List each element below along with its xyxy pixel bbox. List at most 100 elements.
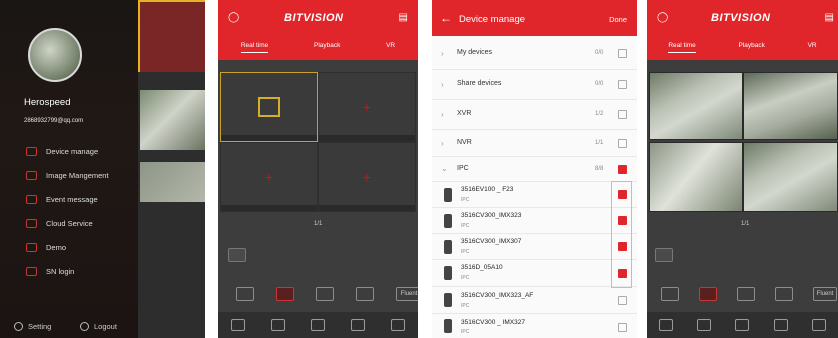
menu-item-cloud-service[interactable]: Cloud Service bbox=[26, 219, 93, 228]
group-label: NVR bbox=[457, 139, 472, 146]
group-checkbox[interactable] bbox=[618, 110, 627, 119]
group-share-devices[interactable]: › Share devices 0/0 bbox=[432, 70, 637, 100]
ptz-icon[interactable] bbox=[735, 319, 750, 331]
split-9-button[interactable] bbox=[356, 287, 374, 301]
group-checkbox[interactable] bbox=[618, 49, 627, 58]
camera-icon bbox=[444, 188, 452, 202]
audio-button[interactable] bbox=[655, 248, 673, 262]
audio-button[interactable] bbox=[228, 248, 246, 262]
split-4-button[interactable] bbox=[737, 287, 755, 301]
fluent-button[interactable]: Fluent bbox=[396, 287, 418, 301]
record-button[interactable] bbox=[276, 287, 294, 301]
camera-icon bbox=[444, 293, 452, 307]
talk-icon[interactable] bbox=[773, 319, 788, 331]
camera-feed[interactable] bbox=[649, 72, 743, 140]
screenshot-button[interactable] bbox=[236, 287, 254, 301]
setting-label: Setting bbox=[28, 322, 52, 331]
device-row[interactable]: 3516CV300_IMX323_AF IPC bbox=[432, 287, 637, 314]
tab-playback[interactable]: Playback bbox=[739, 42, 765, 53]
group-my-devices[interactable]: › My devices 0/0 bbox=[432, 36, 637, 70]
group-checkbox[interactable] bbox=[618, 139, 627, 148]
cell-status-bar bbox=[319, 205, 415, 211]
group-xvr[interactable]: › XVR 1/2 bbox=[432, 100, 637, 130]
group-label: XVR bbox=[457, 110, 472, 117]
layout-icon[interactable]: ▤ bbox=[825, 12, 834, 23]
menu-item-demo[interactable]: Demo bbox=[26, 243, 66, 252]
group-checkbox[interactable] bbox=[618, 80, 627, 89]
record-button[interactable] bbox=[699, 287, 717, 301]
avatar[interactable] bbox=[28, 28, 82, 82]
cell-status-bar bbox=[319, 135, 415, 141]
device-name: 3516CV300_IMX323_AF bbox=[461, 292, 534, 299]
user-icon[interactable]: ◯ bbox=[657, 12, 668, 23]
user-name: Herospeed bbox=[24, 97, 71, 108]
menu-item-device-manage[interactable]: Device manage bbox=[26, 147, 98, 156]
video-icon[interactable] bbox=[231, 319, 245, 331]
control-row: Fluent bbox=[661, 287, 837, 301]
tab-vr[interactable]: VR bbox=[386, 42, 395, 53]
tab-vr[interactable]: VR bbox=[808, 42, 817, 53]
tab-bar: Real time Playback VR bbox=[647, 42, 838, 53]
snapshot-icon[interactable] bbox=[271, 319, 285, 331]
video-cell[interactable]: + bbox=[318, 72, 416, 142]
split-9-button[interactable] bbox=[775, 287, 793, 301]
video-cell[interactable] bbox=[220, 72, 318, 142]
background-header bbox=[138, 0, 205, 72]
device-row[interactable]: 3516EV100 _ F23 IPC bbox=[432, 182, 637, 208]
live-view-screen: ◯ BITVISION ▤ Real time Playback VR + + … bbox=[218, 0, 418, 338]
group-checkbox[interactable] bbox=[618, 165, 627, 174]
device-row[interactable]: 3516CV300 _ IMX327 IPC bbox=[432, 314, 637, 338]
app-logo: BITVISION bbox=[284, 12, 344, 24]
ptz-icon[interactable] bbox=[311, 319, 325, 331]
menu-item-sn-login[interactable]: SN login bbox=[26, 267, 74, 276]
bottom-toolbar bbox=[647, 312, 838, 338]
camera-feed[interactable] bbox=[743, 72, 838, 140]
done-button[interactable]: Done bbox=[609, 15, 627, 24]
chevron-right-icon: › bbox=[441, 80, 444, 89]
device-type: IPC bbox=[461, 303, 470, 309]
device-checkbox[interactable] bbox=[618, 296, 627, 305]
camera-feed[interactable] bbox=[743, 142, 838, 212]
device-row[interactable]: 3516CV300_IMX307 IPC bbox=[432, 234, 637, 260]
chevron-right-icon: › bbox=[441, 110, 444, 119]
group-ipc[interactable]: ⌄ IPC 8/8 bbox=[432, 157, 637, 182]
menu-item-event-message[interactable]: Event message bbox=[26, 195, 98, 204]
gear-icon bbox=[14, 322, 23, 331]
back-arrow-icon[interactable]: ← bbox=[440, 11, 452, 25]
camera-feed[interactable] bbox=[649, 142, 743, 212]
device-type: IPC bbox=[461, 275, 470, 281]
user-icon[interactable]: ◯ bbox=[228, 12, 239, 23]
device-type: IPC bbox=[461, 329, 470, 335]
bottom-toolbar bbox=[218, 312, 418, 338]
talk-icon[interactable] bbox=[351, 319, 365, 331]
menu-item-image-management[interactable]: Image Mangement bbox=[26, 171, 109, 180]
more-icon[interactable] bbox=[811, 319, 826, 331]
device-row[interactable]: 3516CV300_IMX323 IPC bbox=[432, 208, 637, 234]
setting-button[interactable]: Setting bbox=[14, 322, 51, 331]
fluent-button[interactable]: Fluent bbox=[813, 287, 837, 301]
chevron-right-icon: › bbox=[441, 139, 444, 148]
video-cell[interactable]: + bbox=[220, 142, 318, 212]
app-header: ◯ BITVISION ▤ Real time Playback VR bbox=[218, 0, 418, 60]
layout-icon[interactable]: ▤ bbox=[399, 12, 408, 23]
screenshot-button[interactable] bbox=[661, 287, 679, 301]
tab-playback[interactable]: Playback bbox=[314, 42, 340, 53]
video-cell[interactable]: + bbox=[318, 142, 416, 212]
video-icon[interactable] bbox=[659, 319, 674, 331]
tab-real-time[interactable]: Real time bbox=[240, 42, 269, 53]
snapshot-icon[interactable] bbox=[697, 319, 712, 331]
group-count: 0/0 bbox=[595, 81, 604, 87]
tab-real-time[interactable]: Real time bbox=[668, 42, 696, 53]
device-row[interactable]: 3516D_05A10 IPC bbox=[432, 260, 637, 287]
menu-item-label: Event message bbox=[46, 195, 98, 204]
menu-item-label: Device manage bbox=[46, 147, 99, 156]
group-label: Share devices bbox=[457, 80, 502, 87]
logout-button[interactable]: Logout bbox=[80, 322, 117, 331]
selected-channel-icon bbox=[258, 97, 280, 117]
menu-item-label: SN login bbox=[46, 267, 75, 276]
demo-icon bbox=[26, 243, 37, 252]
split-4-button[interactable] bbox=[316, 287, 334, 301]
group-nvr[interactable]: › NVR 1/1 bbox=[432, 130, 637, 157]
more-icon[interactable] bbox=[391, 319, 405, 331]
device-checkbox[interactable] bbox=[618, 323, 627, 332]
